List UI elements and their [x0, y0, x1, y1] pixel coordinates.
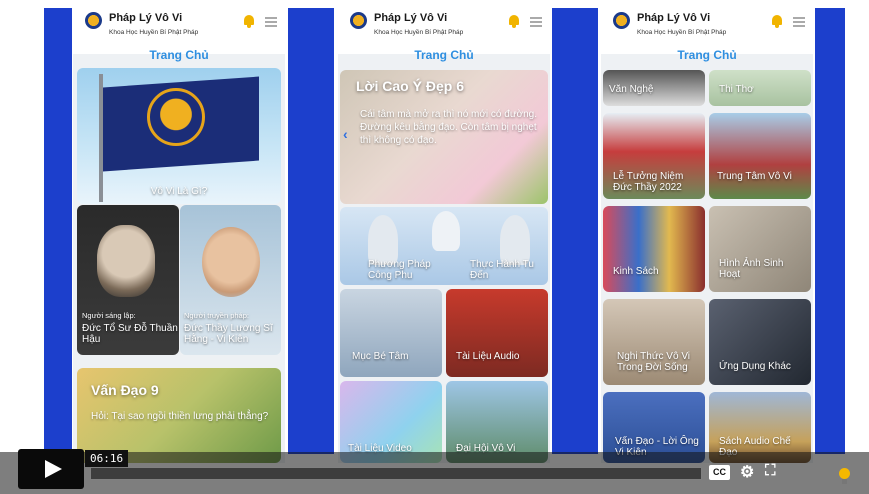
app-logo-icon [350, 12, 367, 29]
tile-le-tuong-niem: Lễ Tưởng Niệm Đức Thầy 2022 [613, 171, 684, 193]
tile-tai-lieu-audio: Tài Liệu Audio [456, 351, 520, 362]
quote-title: Lời Cao Ý Đẹp 6 [356, 78, 464, 94]
tile-trung-tam: Trung Tâm Vô Vi [717, 171, 792, 182]
ung-dung-tile[interactable]: Ứng Dụng Khác [709, 299, 811, 385]
van-nghe-tile[interactable]: Văn Nghệ [603, 70, 705, 106]
quote-banner[interactable]: Lời Cao Ý Đẹp 6 Cái tâm mà mở ra thì nó … [340, 70, 548, 204]
founder-name: Đức Tổ Sư Đỗ Thuần Hậu [82, 323, 178, 345]
teacher-name: Đức Thầy Lương Sĩ Hằng - Vi Kiên [184, 323, 273, 345]
page-title: Trang Chủ [677, 48, 737, 62]
tai-lieu-video-tile[interactable]: Tài Liệu Video [340, 381, 442, 463]
hamburger-menu-icon[interactable] [793, 17, 805, 27]
bell-icon[interactable] [771, 15, 783, 28]
founder-card[interactable]: Người sáng lập: Đức Tổ Sư Đỗ Thuần Hậu [77, 205, 179, 355]
app-logo-icon [613, 12, 630, 29]
play-button[interactable] [18, 449, 84, 489]
tile-hinh-anh: Hình Ảnh Sinh Hoạt [719, 258, 784, 280]
phone-screen-1: Pháp Lý Vô Vi Khoa Học Huyền Bí Phật Phá… [73, 8, 285, 463]
right-blue-bg [815, 8, 845, 454]
app-header: Pháp Lý Vô Vi Khoa Học Huyền Bí Phật Phá… [73, 8, 285, 62]
tile-nghi-thuc: Nghi Thức Vô Vi Trong Đời Sống [617, 351, 691, 373]
timecode-label: 06:16 [85, 450, 129, 467]
van-dao-card[interactable]: Vấn Đạo 9 Hỏi: Tại sao ngồi thiền lưng p… [77, 368, 281, 463]
app-name: Pháp Lý Vô Vi [109, 12, 183, 24]
tile-kinh-sach: Kinh Sách [613, 266, 659, 277]
app-header: Pháp Lý Vô Vi Khoa Học Huyền Bí Phật Phá… [601, 8, 813, 62]
van-dao-title: Vấn Đạo 9 [91, 382, 159, 398]
teacher-card[interactable]: Người truyền pháp: Đức Thầy Lương Sĩ Hằn… [180, 205, 281, 355]
nghi-thuc-tile[interactable]: Nghi Thức Vô Vi Trong Đời Sống [603, 299, 705, 385]
seek-bar[interactable] [90, 467, 702, 480]
muc-be-tam-tile[interactable]: Mục Bé Tâm [340, 289, 442, 377]
tile-thuc-hanh: Thực Hành Tu Đến [470, 259, 534, 281]
fullscreen-icon[interactable]: ⛶ [765, 462, 776, 479]
tile-thi-tho: Thi Thơ [719, 84, 754, 95]
tile-muc-be-tam: Mục Bé Tâm [352, 351, 409, 362]
gap-blue-bg-1 [288, 8, 334, 454]
left-blue-bg [44, 8, 72, 454]
hamburger-menu-icon[interactable] [530, 17, 542, 27]
hinh-anh-tile[interactable]: Hình Ảnh Sinh Hoạt [709, 206, 811, 292]
tile-ung-dung: Ứng Dụng Khác [719, 361, 791, 372]
kinh-sach-tile[interactable]: Kinh Sách [603, 206, 705, 292]
flag-emblem [147, 88, 205, 146]
bulb-icon [838, 468, 851, 486]
tile-phuong-phap: Phương Pháp Công Phu [368, 259, 431, 281]
founder-portrait [97, 225, 155, 297]
meditator-figure-left [368, 215, 398, 265]
app-name: Pháp Lý Vô Vi [637, 12, 711, 24]
tai-lieu-audio-tile[interactable]: Tài Liệu Audio [446, 289, 548, 377]
bell-icon[interactable] [243, 15, 255, 28]
app-name: Pháp Lý Vô Vi [374, 12, 448, 24]
app-header: Pháp Lý Vô Vi Khoa Học Huyền Bí Phật Phá… [338, 8, 550, 62]
trung-tam-tile[interactable]: Trung Tâm Vô Vi [709, 113, 811, 199]
settings-gear-icon[interactable]: ⚙ [740, 462, 754, 482]
flag-card[interactable]: Vô Vi Là Gì? [77, 68, 281, 204]
app-subtitle: Khoa Học Huyền Bí Phật Pháp [109, 29, 199, 36]
tile-van-nghe: Văn Nghệ [609, 84, 654, 95]
app-subtitle: Khoa Học Huyền Bí Phật Pháp [637, 29, 727, 36]
van-dao-question: Hỏi: Tại sao ngồi thiền lưng phải thẳng? [91, 411, 269, 422]
bell-icon[interactable] [508, 15, 520, 28]
le-tuong-niem-tile[interactable]: Lễ Tưởng Niệm Đức Thầy 2022 [603, 113, 705, 199]
quote-text: Cái tâm mà mở ra thì nó mới có đường. Đư… [360, 109, 537, 146]
phone-screen-3: Pháp Lý Vô Vi Khoa Học Huyền Bí Phật Phá… [601, 8, 813, 463]
gap-blue-bg-2 [552, 8, 598, 454]
app-logo-icon [85, 12, 102, 29]
app-subtitle: Khoa Học Huyền Bí Phật Pháp [374, 29, 464, 36]
meditator-figure-center [432, 211, 460, 251]
carousel-prev-icon[interactable]: ‹ [343, 126, 348, 142]
page-title: Trang Chủ [414, 48, 474, 62]
closed-captions-button[interactable]: CC [709, 465, 730, 480]
page-title: Trang Chủ [149, 48, 209, 62]
flag-caption: Vô Vi Là Gì? [150, 186, 208, 197]
thi-tho-tile[interactable]: Thi Thơ [709, 70, 811, 106]
dai-hoi-tile[interactable]: Đại Hội Vô Vi [446, 381, 548, 463]
meditator-figure-right [500, 215, 530, 265]
teacher-portrait [202, 227, 260, 297]
meditation-banner[interactable]: Phương Pháp Công Phu Thực Hành Tu Đến [340, 207, 548, 285]
teacher-role: Người truyền pháp: [184, 311, 249, 320]
hamburger-menu-icon[interactable] [265, 17, 277, 27]
play-icon [45, 460, 62, 478]
phone-screen-2: Pháp Lý Vô Vi Khoa Học Huyền Bí Phật Phá… [338, 8, 550, 463]
founder-role: Người sáng lập: [82, 311, 136, 320]
